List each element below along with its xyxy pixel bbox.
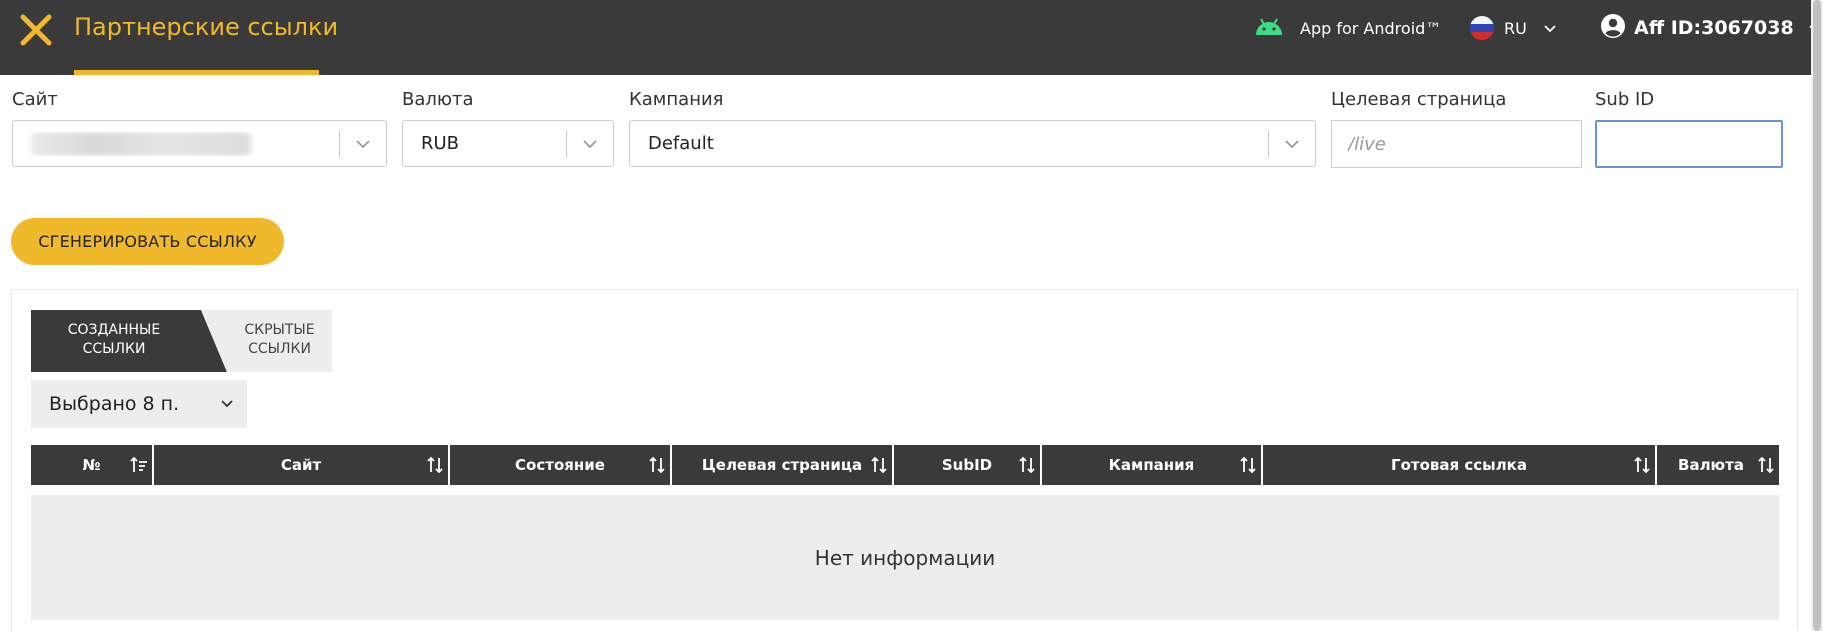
account-id: Aff ID:3067038 bbox=[1634, 17, 1794, 39]
column-subid[interactable]: SubID bbox=[894, 445, 1042, 485]
subid-label: Sub ID bbox=[1595, 89, 1655, 110]
links-tabs: СОЗДАННЫЕ ССЫЛКИ СКРЫТЫЕ ССЫЛКИ bbox=[31, 310, 332, 372]
campaign-value: Default bbox=[648, 133, 714, 154]
column-status[interactable]: Состояние bbox=[450, 445, 672, 485]
android-app-link[interactable]: App for Android™ bbox=[1254, 14, 1441, 42]
landing-page-input[interactable] bbox=[1331, 120, 1582, 168]
column-currency[interactable]: Валюта bbox=[1657, 445, 1779, 485]
account-menu[interactable]: Aff ID:3067038 bbox=[1600, 12, 1822, 44]
currency-label: Валюта bbox=[402, 89, 474, 110]
generate-link-button[interactable]: СГЕНЕРИРОВАТЬ ССЫЛКУ bbox=[11, 218, 284, 265]
sort-icon bbox=[426, 456, 444, 478]
landing-page-label: Целевая страница bbox=[1331, 89, 1507, 110]
sort-icon bbox=[1757, 456, 1775, 478]
top-bar: Партнерские ссылки App for Android™ RU A… bbox=[0, 0, 1821, 75]
column-landing-page[interactable]: Целевая страница bbox=[672, 445, 894, 485]
columns-dropdown[interactable]: Выбрано 8 п. bbox=[31, 380, 247, 428]
chevron-down-icon bbox=[207, 399, 247, 409]
sort-icon bbox=[1633, 456, 1651, 478]
chevron-down-icon bbox=[1543, 19, 1557, 38]
column-ready-link[interactable]: Готовая ссылка bbox=[1263, 445, 1657, 485]
chevron-down-icon bbox=[567, 139, 613, 149]
site-value-blurred bbox=[13, 131, 339, 156]
russia-flag-icon bbox=[1470, 16, 1494, 40]
scrollbar-thumb[interactable] bbox=[1813, 0, 1821, 631]
page-title: Партнерские ссылки bbox=[74, 13, 339, 41]
sort-icon bbox=[648, 456, 666, 478]
site-label: Сайт bbox=[12, 89, 58, 110]
table-empty-state: Нет информации bbox=[31, 495, 1779, 620]
chevron-down-icon bbox=[340, 139, 386, 149]
currency-value: RUB bbox=[421, 133, 460, 154]
empty-state-text: Нет информации bbox=[814, 545, 996, 570]
android-icon bbox=[1254, 16, 1284, 40]
android-app-label: App for Android™ bbox=[1300, 18, 1442, 38]
campaign-label: Кампания bbox=[629, 89, 724, 110]
table-header: № Сайт Состояние Целевая страница SubID … bbox=[31, 445, 1779, 485]
tab-created-links[interactable]: СОЗДАННЫЕ ССЫЛКИ bbox=[31, 310, 227, 372]
chevron-down-icon bbox=[1269, 139, 1315, 149]
page-scrollbar[interactable] bbox=[1811, 0, 1823, 631]
sort-ascending-icon bbox=[130, 456, 148, 478]
sort-icon bbox=[1018, 456, 1036, 478]
sort-icon bbox=[870, 456, 888, 478]
currency-select[interactable]: RUB bbox=[402, 120, 614, 167]
site-select[interactable] bbox=[12, 120, 387, 167]
subid-input[interactable] bbox=[1595, 120, 1783, 168]
column-campaign[interactable]: Кампания bbox=[1042, 445, 1263, 485]
active-tab-indicator bbox=[74, 70, 319, 75]
sort-icon bbox=[1239, 456, 1257, 478]
campaign-select[interactable]: Default bbox=[629, 120, 1316, 167]
account-circle-icon bbox=[1600, 13, 1626, 43]
language-selector[interactable]: RU bbox=[1470, 13, 1557, 43]
column-site[interactable]: Сайт bbox=[154, 445, 450, 485]
column-number[interactable]: № bbox=[31, 445, 154, 485]
close-icon[interactable] bbox=[18, 12, 54, 48]
language-label: RU bbox=[1504, 18, 1527, 38]
columns-dropdown-label: Выбрано 8 п. bbox=[49, 393, 180, 415]
